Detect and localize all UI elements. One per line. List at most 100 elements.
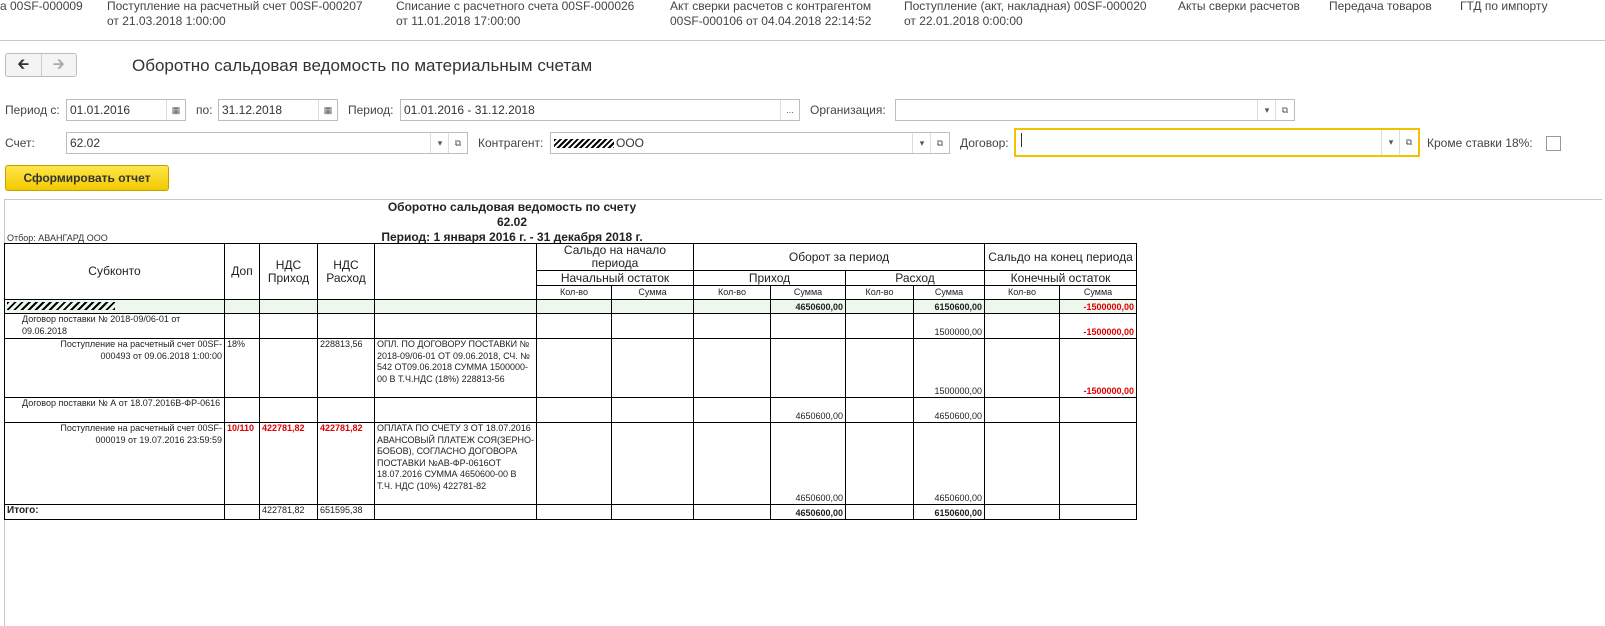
chevron-down-icon[interactable]: ▾ [1381, 130, 1400, 155]
tab-8[interactable]: ГТД по импорту [1460, 0, 1548, 14]
forward-arrow-icon[interactable]: 🡲 [40, 54, 77, 76]
counterparty-value: ООО [616, 136, 645, 150]
ellipsis-icon[interactable]: ... [780, 100, 799, 120]
calendar-icon[interactable]: ▦ [166, 100, 185, 120]
tab-7[interactable]: Передача товаров [1329, 0, 1432, 14]
total-nds-in: 422781,82 [259, 504, 318, 520]
period-label: Период: [348, 103, 394, 117]
expense-sum: 4650600,00 [913, 397, 985, 423]
chevron-down-icon[interactable]: ▾ [430, 133, 449, 153]
tab-title: Передача товаров [1329, 0, 1432, 13]
col-qty: Кол-во [845, 285, 914, 300]
end-sum: -1500000,00 [1059, 299, 1137, 314]
contract-name: Договор поставки № А от 18.07.2016В-ФР-0… [4, 397, 225, 423]
col-nds-out: НДС Расход [317, 243, 375, 300]
tab-6[interactable]: Акты сверки расчетов [1178, 0, 1300, 14]
tab-2[interactable]: Поступление на расчетный счет 00SF-00020… [107, 0, 363, 29]
col-sum: Сумма [770, 285, 846, 300]
chevron-down-icon[interactable]: ▾ [1257, 100, 1276, 120]
period-from-input[interactable]: 01.01.2016 ▦ [66, 99, 186, 121]
except-rate-checkbox[interactable] [1546, 136, 1561, 151]
organization-label: Организация: [810, 103, 886, 117]
col-qty: Кол-во [984, 285, 1060, 300]
total-label: Итого: [4, 504, 225, 520]
tab-subtitle: от 22.01.2018 0:00:00 [904, 14, 1023, 28]
col-comment [374, 243, 537, 300]
nds-in-value: 422781,82 [259, 422, 318, 505]
report-table: Субконто Доп НДС Приход НДС Расход Сальд… [4, 243, 1137, 520]
expense-sum: 1500000,00 [913, 313, 985, 339]
open-icon[interactable]: ⧉ [448, 133, 467, 153]
nds-out-value: 228813,56 [317, 338, 375, 398]
expense-sum: 6150600,00 [913, 299, 985, 314]
tab-title: Акты сверки расчетов [1178, 0, 1300, 13]
end-sum: -1500000,00 [1059, 338, 1137, 398]
redacted-scribble [554, 139, 614, 149]
redacted-scribble [7, 301, 115, 310]
col-income: Приход [693, 270, 846, 286]
tab-subtitle: 00SF-000106 от 04.04.2018 22:14:52 [670, 14, 872, 28]
open-icon[interactable]: ⧉ [1275, 100, 1294, 120]
counterparty-input[interactable]: ООО ▾ ⧉ [550, 132, 950, 154]
col-expense: Расход [845, 270, 985, 286]
tab-4[interactable]: Акт сверки расчетов с контрагентом 00SF-0… [670, 0, 871, 29]
col-saldo-start: Сальдо на начало периода [536, 243, 694, 271]
expense-sum: 1500000,00 [913, 338, 985, 398]
col-oborot: Оборот за период [693, 243, 985, 271]
period-to-input[interactable]: 31.12.2018 ▦ [218, 99, 338, 121]
contract-name: Договор поставки № 2018-09/06-01 от 09.0… [4, 313, 225, 339]
document-name: Поступление на расчетный счет 00SF-00001… [4, 422, 225, 505]
col-sum: Сумма [611, 285, 694, 300]
col-end-rest: Конечный остаток [984, 270, 1137, 286]
report-title-text: Оборотно сальдовая ведомость по счету 62… [387, 200, 637, 229]
col-start-rest: Начальный остаток [536, 270, 694, 286]
col-qty: Кол-во [693, 285, 771, 300]
counterparty-label: Контрагент: [478, 136, 544, 150]
tab-title: Акт сверки расчетов с контрагентом [670, 0, 872, 13]
tab-5[interactable]: Поступление (акт, накладная) 00SF-000020… [904, 0, 1147, 29]
period-to-label: по: [196, 103, 213, 117]
income-sum: 4650600,00 [770, 397, 846, 423]
account-label: Счет: [5, 136, 35, 150]
total-expense-sum: 6150600,00 [913, 504, 985, 520]
tab-subtitle: от 11.01.2018 17:00:00 [396, 14, 521, 28]
period-to-value: 31.12.2018 [222, 103, 283, 117]
contract-input[interactable]: ▾ ⧉ [1014, 128, 1420, 157]
table-row-document[interactable]: Поступление на расчетный счет 00SF-00049… [4, 338, 1137, 398]
tab-title: а 00SF-000009 [0, 0, 83, 13]
open-tabs-bar: а 00SF-000009 Поступление на расчетный с… [0, 0, 1605, 41]
open-icon[interactable]: ⧉ [930, 133, 949, 153]
col-subkonto: Субконто [4, 243, 225, 300]
tab-title: Поступление на расчетный счет 00SF-00020… [107, 0, 363, 13]
report-filter-text: Отбор: АВАНГАРД ООО [7, 233, 108, 243]
tab-title: ГТД по импорту [1460, 0, 1548, 13]
table-row-contract[interactable]: Договор поставки № 2018-09/06-01 от 09.0… [4, 313, 1137, 339]
account-input[interactable]: 62.02 ▾ ⧉ [66, 132, 468, 154]
tab-3[interactable]: Списание с расчетного счета 00SF-000026 о… [396, 0, 634, 29]
tab-1[interactable]: а 00SF-000009 [0, 0, 83, 14]
table-row-total: Итого: 422781,82 651595,38 4650600,00 61… [4, 504, 1137, 520]
nds-out-value: 422781,82 [317, 422, 375, 505]
period-from-label: Период с: [5, 103, 60, 117]
open-icon[interactable]: ⧉ [1399, 130, 1418, 155]
table-row-document[interactable]: Поступление на расчетный счет 00SF-00001… [4, 422, 1137, 505]
chevron-down-icon[interactable]: ▾ [912, 133, 931, 153]
period-input[interactable]: 01.01.2016 - 31.12.2018 ... [400, 99, 800, 121]
history-nav: 🡰 🡲 [5, 53, 77, 77]
income-sum: 4650600,00 [770, 299, 846, 314]
except-rate-label: Кроме ставки 18%: [1427, 136, 1533, 150]
generate-report-button[interactable]: Сформировать отчет [5, 165, 169, 191]
back-arrow-icon[interactable]: 🡰 [6, 54, 41, 76]
tab-title: Поступление (акт, накладная) 00SF-000020 [904, 0, 1147, 13]
payment-comment: ОПЛ. ПО ДОГОВОРУ ПОСТАВКИ № 2018-09/06-0… [374, 338, 537, 398]
dop-value: 10/110 [224, 422, 260, 505]
table-row-group[interactable]: 4650600,00 6150600,00 -1500000,00 [4, 299, 1137, 314]
calendar-icon[interactable]: ▦ [318, 100, 337, 120]
organization-input[interactable]: ▾ ⧉ [895, 99, 1295, 121]
end-sum: -1500000,00 [1059, 313, 1137, 339]
table-row-contract[interactable]: Договор поставки № А от 18.07.2016В-ФР-0… [4, 397, 1137, 423]
payment-comment: ОПЛАТА ПО СЧЕТУ 3 ОТ 18.07.2016 АВАНСОВЫ… [374, 422, 537, 505]
document-name: Поступление на расчетный счет 00SF-00049… [4, 338, 225, 398]
total-nds-out: 651595,38 [317, 504, 375, 520]
report-title: Оборотно сальдовая ведомость по счету 62… [372, 200, 652, 245]
